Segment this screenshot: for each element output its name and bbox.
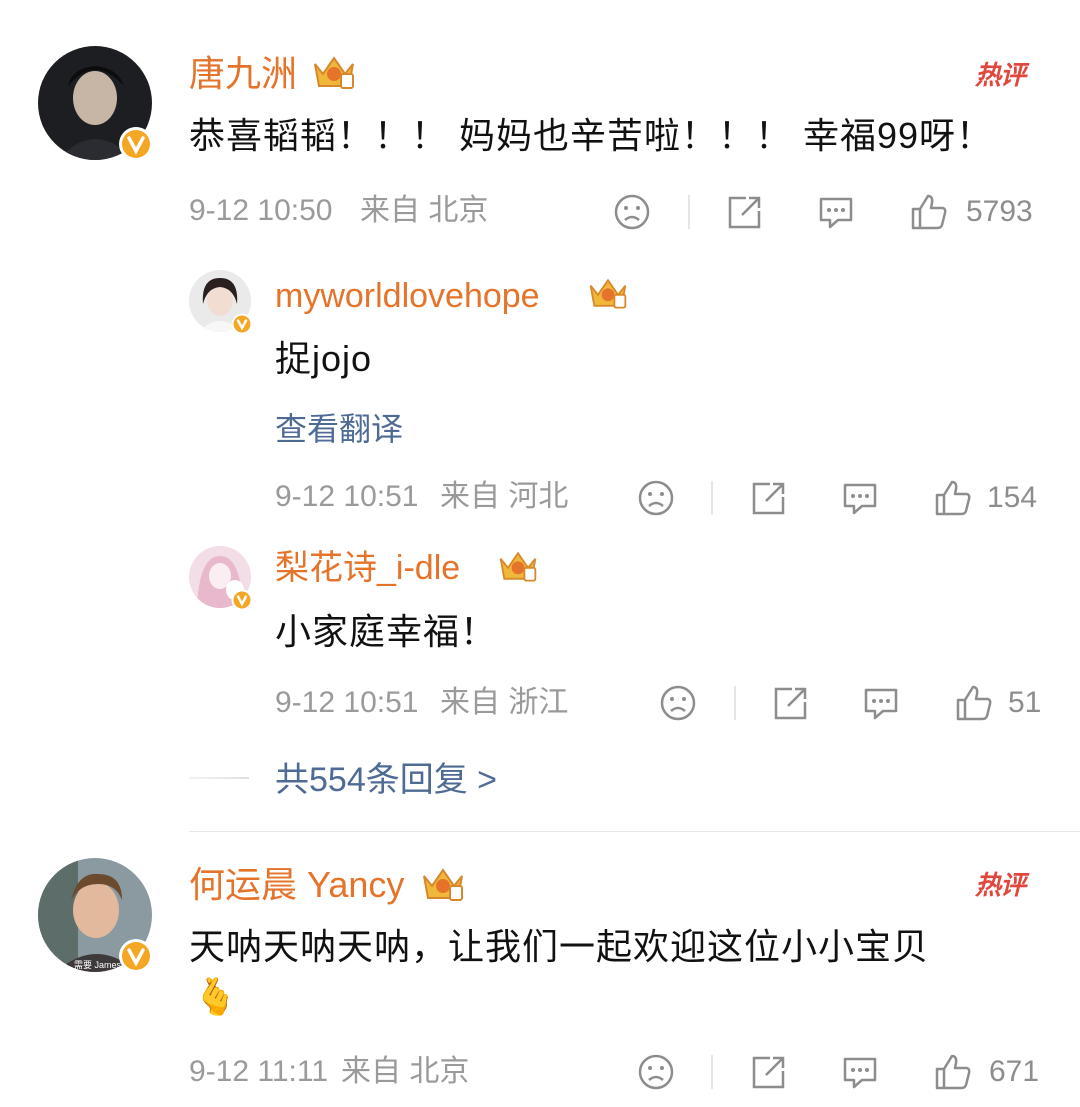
verified-v-icon — [118, 126, 154, 167]
reply-time: 9-12 10:51 — [275, 686, 419, 719]
hot-comment-badge: 热评 — [975, 60, 1026, 90]
crown-badge-icon — [311, 52, 357, 92]
reply-text: 小家庭幸福！ — [275, 611, 498, 652]
comment-icon[interactable] — [862, 684, 900, 722]
like-icon[interactable] — [933, 478, 973, 518]
comment-time: 9-12 10:50 — [189, 194, 333, 227]
like-count: 154 — [987, 481, 1038, 514]
comment-location: 来自 北京 — [360, 194, 489, 227]
sad-face-icon[interactable] — [613, 193, 651, 231]
emoji: 🫰 — [193, 976, 238, 1017]
username[interactable]: 何运晨 Yancy — [189, 867, 404, 903]
translate-link[interactable]: 查看翻译 — [275, 413, 403, 445]
reply-time: 9-12 10:51 — [275, 480, 419, 513]
reply-text: 捉jojo — [275, 338, 373, 379]
avatar-caption: 需要 James — [74, 960, 122, 970]
comment-icon[interactable] — [841, 479, 879, 517]
username[interactable]: 唐九洲 — [189, 56, 297, 92]
crown-badge-icon — [420, 864, 466, 904]
like-count: 5793 — [966, 195, 1033, 228]
comment-divider — [189, 831, 1080, 832]
comment-text: 天呐天呐天呐，让我们一起欢迎这位小小宝贝 — [189, 926, 930, 967]
username[interactable]: 梨花诗_i-dle — [275, 551, 460, 585]
crown-badge-icon — [587, 274, 629, 312]
comment-icon[interactable] — [817, 193, 855, 231]
share-icon[interactable] — [750, 479, 788, 517]
divider — [711, 1055, 713, 1089]
comment-icon[interactable] — [841, 1053, 879, 1091]
crown-badge-icon — [497, 547, 539, 585]
username[interactable]: myworldlovehope — [275, 279, 540, 313]
verified-v-icon — [231, 589, 253, 616]
comment-text: 恭喜韬韬！！！ 妈妈也辛苦啦！！！ 幸福99呀！ — [189, 115, 994, 156]
sad-face-icon[interactable] — [659, 684, 697, 722]
sad-face-icon[interactable] — [637, 479, 675, 517]
verified-v-icon — [231, 313, 253, 340]
avatar[interactable]: 需要 James — [38, 858, 153, 973]
share-icon[interactable] — [726, 193, 764, 231]
avatar[interactable] — [189, 546, 253, 611]
like-icon[interactable] — [933, 1052, 973, 1092]
avatar[interactable] — [38, 46, 153, 161]
reply-location: 来自 河北 — [440, 480, 569, 513]
hot-comment-badge: 热评 — [975, 870, 1026, 900]
comment-time: 9-12 11:11 — [189, 1055, 328, 1088]
sad-face-icon[interactable] — [637, 1053, 675, 1091]
share-icon[interactable] — [772, 684, 810, 722]
divider — [734, 686, 736, 720]
more-replies-link[interactable]: 共554条回复 > — [275, 763, 497, 797]
reply-line-indicator — [189, 777, 249, 779]
divider — [688, 195, 690, 229]
share-icon[interactable] — [750, 1053, 788, 1091]
like-icon[interactable] — [909, 192, 949, 232]
reply-location: 来自 浙江 — [440, 686, 569, 719]
like-count: 671 — [989, 1055, 1040, 1088]
like-count: 51 — [1008, 686, 1042, 719]
avatar[interactable] — [189, 270, 253, 335]
comment-location: 来自 北京 — [341, 1055, 470, 1088]
divider — [711, 481, 713, 515]
verified-v-icon — [118, 938, 154, 979]
like-icon[interactable] — [954, 683, 994, 723]
